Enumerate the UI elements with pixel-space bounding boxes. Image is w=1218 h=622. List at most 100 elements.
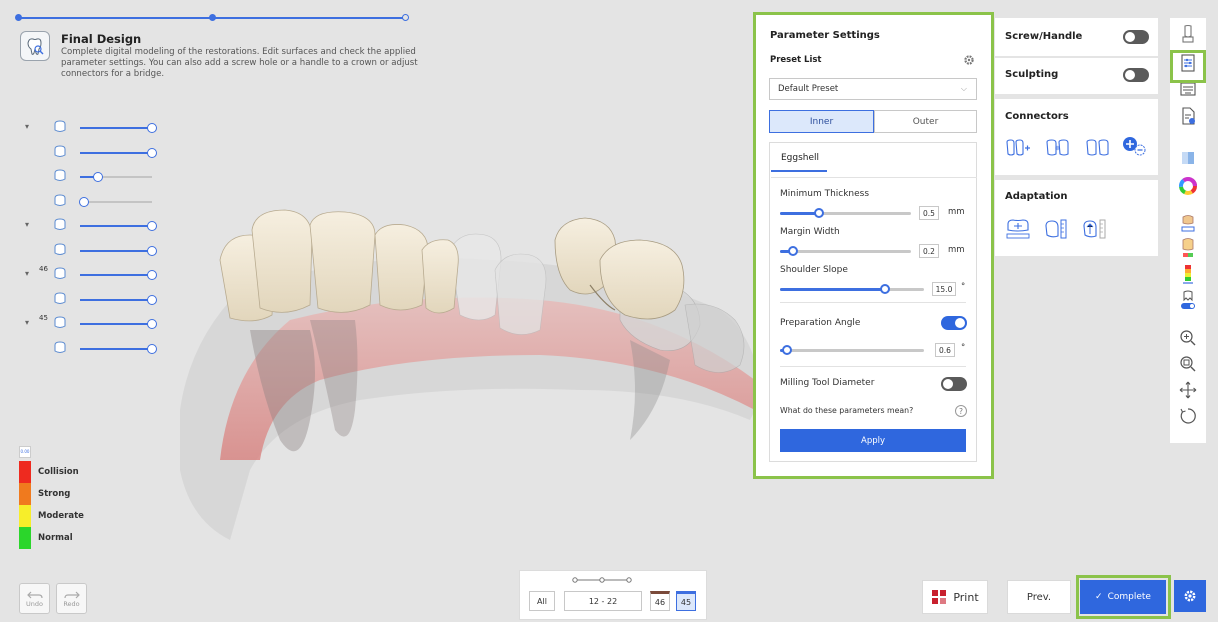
toolbar-highlight: [1170, 50, 1206, 83]
dental-3d-model[interactable]: [160, 140, 760, 550]
tooth-45-button[interactable]: 45: [676, 591, 696, 611]
min-thickness-value[interactable]: 0.5: [919, 206, 939, 220]
screw-handle-toggle[interactable]: [1123, 30, 1149, 44]
adaptation-label: Adaptation: [1005, 191, 1068, 202]
edit-connector-icon[interactable]: [1045, 139, 1071, 157]
margin-width-slider[interactable]: [780, 250, 911, 253]
redo-button[interactable]: Redo: [56, 583, 87, 614]
tooth-layer-knob[interactable]: [147, 147, 157, 158]
complete-highlight: [1076, 575, 1171, 619]
crown-toggle-icon[interactable]: [1178, 290, 1198, 310]
prev-button[interactable]: Prev.: [1007, 580, 1071, 614]
tooth-layer-slider[interactable]: [80, 347, 152, 350]
separate-connector-icon[interactable]: [1085, 139, 1111, 157]
thickness-tooth-icon[interactable]: [1178, 238, 1198, 258]
tooth-layer-icon[interactable]: [52, 340, 68, 356]
tooth-layer-slider[interactable]: [80, 225, 152, 227]
tooth-layer-knob[interactable]: [147, 123, 157, 133]
preset-gear-icon[interactable]: [963, 54, 975, 66]
shoulder-slope-value[interactable]: 15.0: [932, 282, 956, 296]
min-thickness-slider[interactable]: [780, 212, 911, 215]
tooth-layer-slider[interactable]: [80, 151, 152, 154]
connectors-label: Connectors: [1005, 111, 1069, 122]
tooth-layer-icon[interactable]: [52, 193, 68, 209]
texture-icon[interactable]: [1178, 148, 1198, 168]
tooth-46-button[interactable]: 46: [650, 591, 670, 611]
row-collapse-caret[interactable]: ▾: [25, 122, 29, 131]
tooth-layer-slider[interactable]: [80, 298, 152, 301]
tooth-layer-knob[interactable]: [147, 270, 157, 280]
shoulder-slope-slider[interactable]: [780, 288, 924, 291]
tooth-layer-icon[interactable]: [52, 242, 68, 258]
row-collapse-caret[interactable]: ▾: [25, 318, 29, 327]
tab-inner[interactable]: Inner: [769, 110, 874, 133]
tooth-layer-slider[interactable]: [80, 176, 152, 178]
tooth-layer-icon[interactable]: [52, 291, 68, 307]
tooth-range-button[interactable]: 12 - 22: [564, 591, 642, 611]
preparation-angle-toggle[interactable]: [941, 316, 967, 330]
adapt-proximal-icon[interactable]: [1043, 218, 1071, 240]
progress-step-1[interactable]: [15, 14, 22, 21]
distance-scale-icon[interactable]: [1178, 264, 1198, 284]
print-button[interactable]: Print: [922, 580, 988, 614]
tooth-layer-knob[interactable]: [147, 245, 157, 256]
zoom-fit-icon[interactable]: [1178, 354, 1198, 374]
tooth-number: 45: [39, 314, 48, 322]
row-collapse-caret[interactable]: ▾: [25, 269, 29, 278]
add-connector-icon[interactable]: [1005, 139, 1031, 157]
color-wheel-icon[interactable]: [1178, 176, 1198, 196]
settings-button[interactable]: [1174, 580, 1206, 612]
preparation-angle-slider[interactable]: [780, 349, 924, 352]
tooth-layer-knob[interactable]: [147, 319, 157, 329]
preparation-angle-value[interactable]: 0.6: [935, 343, 955, 357]
tooth-layer-knob[interactable]: [92, 172, 103, 182]
margin-width-unit: mm: [948, 245, 965, 255]
range-slider-icon[interactable]: [572, 576, 632, 584]
tooth-layer-icon[interactable]: [52, 119, 68, 135]
tooth-layer-icon[interactable]: [52, 168, 68, 184]
tooth-layer-knob[interactable]: [147, 294, 157, 305]
tooth-layer-slider[interactable]: [80, 127, 152, 129]
progress-step-3[interactable]: [402, 14, 409, 21]
rotate-jaw-icon[interactable]: [1178, 24, 1198, 44]
tooth-layer-icon[interactable]: [52, 144, 68, 160]
connectors-card: Connectors: [995, 99, 1158, 175]
apply-button[interactable]: Apply: [780, 429, 966, 452]
sculpting-toggle[interactable]: [1123, 68, 1149, 82]
tooth-layer-slider[interactable]: [80, 274, 152, 276]
divider: [780, 366, 966, 367]
tooth-layer-knob[interactable]: [147, 343, 157, 354]
remove-connector-icon[interactable]: [1121, 135, 1147, 157]
margin-width-value[interactable]: 0.2: [919, 244, 939, 258]
help-icon[interactable]: ?: [955, 405, 967, 417]
tooth-layer-icon[interactable]: [52, 266, 68, 282]
rotate-icon[interactable]: [1178, 406, 1198, 426]
adapt-height-icon[interactable]: [1081, 218, 1111, 240]
contact-tooth-icon[interactable]: [1178, 214, 1198, 234]
tooth-layer-slider[interactable]: [80, 200, 152, 203]
tooth-layer-icon[interactable]: [52, 315, 68, 331]
tooth-layer-knob[interactable]: [79, 196, 89, 207]
help-text[interactable]: What do these parameters mean?: [780, 406, 913, 415]
progress-step-2[interactable]: [209, 14, 216, 21]
tooth-layer-icon[interactable]: [52, 217, 68, 233]
adapt-occlusal-icon[interactable]: [1005, 218, 1031, 240]
tooth-layer-slider[interactable]: [80, 249, 152, 252]
legend-label: Normal: [38, 533, 73, 543]
pan-icon[interactable]: [1178, 380, 1198, 400]
undo-button[interactable]: Undo: [19, 583, 50, 614]
tooth-layer-knob[interactable]: [147, 221, 157, 231]
tab-eggshell[interactable]: Eggshell: [781, 153, 819, 163]
milling-tool-toggle[interactable]: [941, 377, 967, 391]
legend-label: Moderate: [38, 511, 84, 521]
report-icon[interactable]: [1178, 106, 1198, 126]
divider: [780, 302, 966, 303]
all-teeth-button[interactable]: All: [529, 591, 555, 611]
tooth-layer-slider[interactable]: [80, 323, 152, 325]
divider: [771, 177, 977, 178]
preset-dropdown[interactable]: Default Preset ⌵: [769, 78, 977, 100]
page-title: Final Design: [61, 32, 142, 46]
row-collapse-caret[interactable]: ▾: [25, 220, 29, 229]
zoom-in-icon[interactable]: [1178, 328, 1198, 348]
tab-outer[interactable]: Outer: [874, 110, 977, 133]
